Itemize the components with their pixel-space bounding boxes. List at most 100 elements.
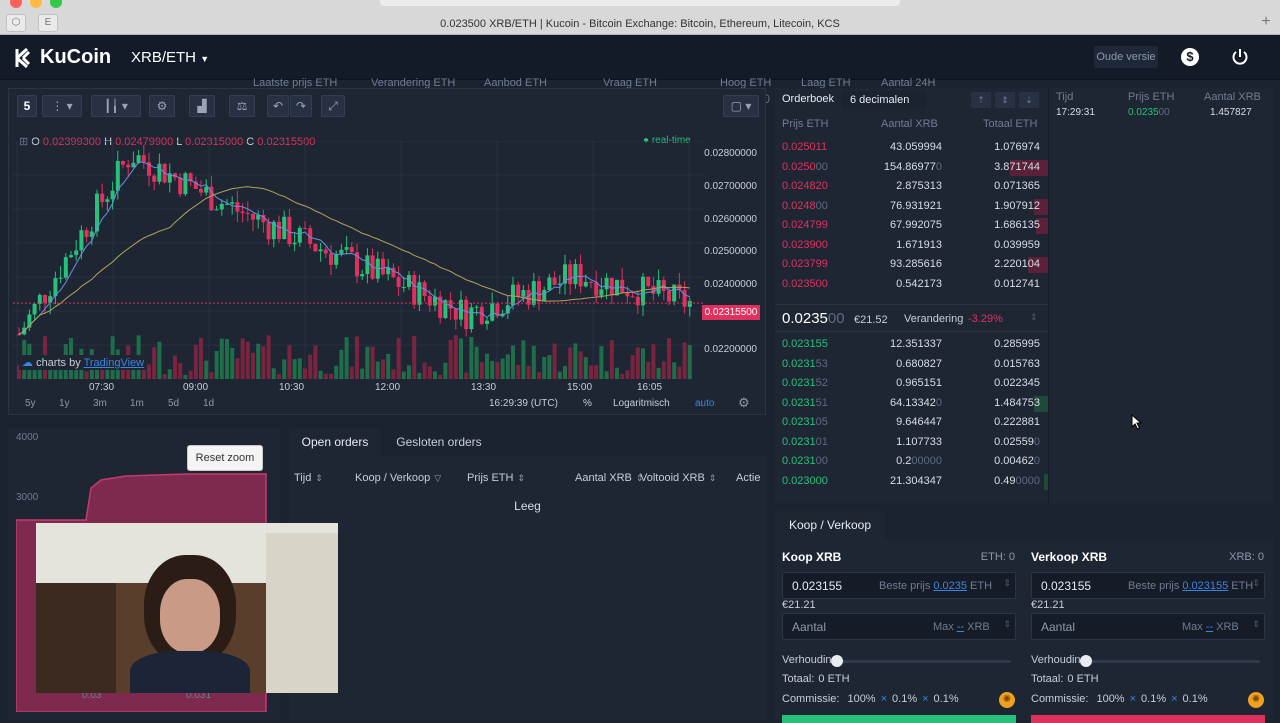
ratio-label: Verhouding <box>1031 654 1087 666</box>
candle-body <box>687 301 692 307</box>
bid-row[interactable]: 0.023101 1.107733 0.025590 <box>775 433 1048 453</box>
max-link[interactable]: -- <box>1206 621 1213 633</box>
currency-dollar-icon[interactable]: $ <box>1181 48 1199 66</box>
bid-row[interactable]: 0.023105 9.646447 0.222881 <box>775 413 1048 433</box>
ask-row[interactable]: 0.024800 76.931921 1.907912 <box>775 197 1048 217</box>
orders-column-header[interactable]: Koop / Verkoop ▽ <box>355 472 441 484</box>
orders-column-header[interactable]: Prijs ETH ⇕ <box>467 472 525 484</box>
bid-row[interactable]: 0.023151 64.133420 1.484753 <box>775 394 1048 414</box>
close-window-icon[interactable] <box>10 0 22 8</box>
ask-row[interactable]: 0.023799 93.285616 2.220104 <box>775 255 1048 275</box>
decimals-dropdown[interactable]: 6 decimalen <box>842 91 926 109</box>
range-1y-button[interactable]: 1y <box>59 398 70 409</box>
candle-type-button[interactable]: ┃╽ ▾ <box>91 95 141 117</box>
stepper-icon[interactable]: ⇕ <box>1252 578 1260 589</box>
max-link[interactable]: -- <box>957 621 964 633</box>
orders-column-header[interactable]: Aantal XRB ⇕ <box>575 472 643 484</box>
pair-selector[interactable]: XRB/ETH ▼ <box>131 49 209 66</box>
reset-zoom-button[interactable]: Reset zoom <box>187 445 263 471</box>
gear-icon[interactable]: ⚙ <box>738 395 750 411</box>
orders-column-header[interactable]: Voltooid XRB ⇕ <box>640 472 716 484</box>
tab-closed-orders[interactable]: Gesloten orders <box>381 428 497 456</box>
ask-row[interactable]: 0.025011 43.059994 1.076974 <box>775 138 1048 158</box>
fullscreen-button[interactable]: ⤢ <box>321 95 345 117</box>
show-asks-icon[interactable]: ⇡ <box>971 92 991 108</box>
tab-buy-sell[interactable]: Koop / Verkoop <box>775 511 885 539</box>
old-version-button[interactable]: Oude versie <box>1094 46 1158 68</box>
stepper-icon[interactable]: ⇕ <box>1252 619 1260 630</box>
log-toggle[interactable]: Logaritmisch <box>613 398 670 409</box>
show-bids-icon[interactable]: ⇣ <box>1019 92 1039 108</box>
tradingview-credit[interactable]: ☁ charts by TradingView <box>19 355 148 370</box>
power-icon[interactable] <box>1231 48 1249 66</box>
total-main: 1.484753 <box>994 396 1040 409</box>
percent-toggle[interactable]: % <box>583 398 592 409</box>
row-total: 1.076974 <box>994 138 1040 158</box>
best-price-link[interactable]: 0.0235 <box>933 580 967 592</box>
new-tab-icon[interactable]: + <box>1256 14 1276 32</box>
studies-button[interactable]: ▟ <box>189 95 215 117</box>
redo-button[interactable]: ↷ <box>290 95 312 117</box>
ratio-slider-thumb[interactable] <box>1080 655 1092 667</box>
sell-submit-button[interactable] <box>1031 715 1265 723</box>
stepper-icon[interactable]: ⇕ <box>1003 619 1011 630</box>
candle-body <box>74 250 79 256</box>
ask-row[interactable]: 0.025000 154.869770 3.871744 <box>775 158 1048 178</box>
tradingview-link[interactable]: TradingView <box>84 357 145 369</box>
price-dim: 52 <box>815 377 828 389</box>
url-bar[interactable] <box>380 0 900 6</box>
indicators-button[interactable]: ⋮ ▾ <box>42 95 82 117</box>
buy-submit-button[interactable] <box>782 715 1016 723</box>
bid-row[interactable]: 0.023100 0.200000 0.004620 <box>775 452 1048 472</box>
interval-selector[interactable]: 5 <box>17 95 37 117</box>
settings-button[interactable]: ⚙ <box>149 95 175 117</box>
volume-bar <box>214 350 219 379</box>
bid-row[interactable]: 0.023000 21.304347 0.490000 <box>775 472 1048 492</box>
range-5y-button[interactable]: 5y <box>25 398 36 409</box>
ratio-slider-thumb[interactable] <box>831 655 843 667</box>
tab-open-orders[interactable]: Open orders <box>289 428 381 456</box>
sell-price-input[interactable]: 0.023155 Beste prijs 0.023155 ETH ⇕ <box>1031 572 1265 599</box>
candlestick-plot[interactable] <box>13 141 703 379</box>
volume-bar <box>245 341 250 379</box>
ratio-slider-track[interactable] <box>831 660 1011 663</box>
ask-row[interactable]: 0.023900 1.671913 0.039959 <box>775 236 1048 256</box>
price-main: 0.0248 <box>782 199 816 212</box>
compare-button[interactable]: ⚖ <box>229 95 255 117</box>
sell-amount-input[interactable]: Aantal Max -- XRB ⇕ <box>1031 613 1265 640</box>
bid-row[interactable]: 0.023155 12.351337 0.285995 <box>775 335 1048 355</box>
minimize-window-icon[interactable] <box>30 0 42 8</box>
total-value: 0 ETH <box>818 673 850 685</box>
ratio-slider-track[interactable] <box>1080 660 1260 663</box>
range-1m-button[interactable]: 1m <box>130 398 144 409</box>
best-price-link[interactable]: 0.023155 <box>1182 580 1228 592</box>
volume-bar <box>204 360 209 379</box>
volume-bar <box>318 370 323 379</box>
bid-row[interactable]: 0.023152 0.965151 0.022345 <box>775 374 1048 394</box>
mouse-cursor-icon <box>1131 414 1143 430</box>
buy-price-input[interactable]: 0.023155 Beste prijs 0.0235 ETH ⇕ <box>782 572 1016 599</box>
show-both-icon[interactable]: ⇕ <box>995 92 1015 108</box>
range-5d-button[interactable]: 5d <box>168 398 179 409</box>
stepper-icon[interactable]: ⇕ <box>1003 578 1011 589</box>
auto-toggle[interactable]: auto <box>695 398 714 409</box>
browser-tab-title[interactable]: 0.023500 XRB/ETH | Kucoin - Bitcoin Exch… <box>0 18 1280 30</box>
kucoin-logo[interactable]: KuCoin <box>13 46 111 69</box>
ask-row[interactable]: 0.023500 0.542173 0.012741 <box>775 275 1048 295</box>
amount-main: 0.2 <box>896 455 912 467</box>
range-1d-button[interactable]: 1d <box>203 398 214 409</box>
undo-button[interactable]: ↶ <box>267 95 289 117</box>
bid-row[interactable]: 0.023153 0.680827 0.015763 <box>775 355 1048 375</box>
snapshot-button[interactable]: ▢ ▾ <box>723 95 759 117</box>
orders-column-header[interactable]: Actie <box>736 472 760 484</box>
time-axis-tick: 16:05 <box>637 382 663 393</box>
time-axis-tick: 09:00 <box>183 382 209 393</box>
range-3m-button[interactable]: 3m <box>93 398 107 409</box>
ask-row[interactable]: 0.024820 2.875313 0.071365 <box>775 177 1048 197</box>
ask-row[interactable]: 0.024799 67.992075 1.686135 <box>775 216 1048 236</box>
buy-amount-input[interactable]: Aantal Max -- XRB ⇕ <box>782 613 1016 640</box>
orders-column-header[interactable]: Tijd ⇕ <box>294 472 323 484</box>
sort-icon[interactable]: ⇕ <box>1030 312 1038 323</box>
total-main: 3.871744 <box>994 160 1040 173</box>
maximize-window-icon[interactable] <box>50 0 62 8</box>
